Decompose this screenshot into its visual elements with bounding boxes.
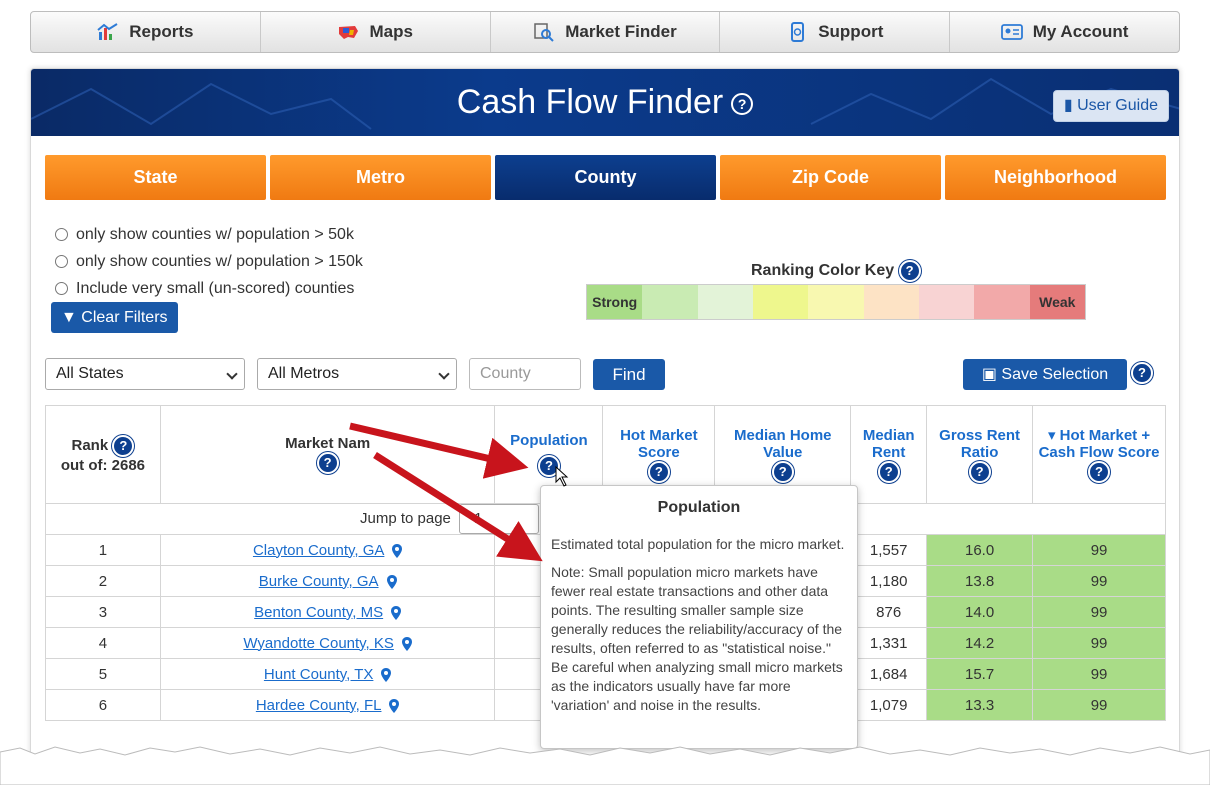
mouse-cursor-icon: [555, 465, 569, 487]
torn-edge-decoration: [0, 746, 1210, 785]
annotation-arrows: [349, 422, 569, 562]
red-arrow-to-tooltip: [373, 452, 543, 562]
